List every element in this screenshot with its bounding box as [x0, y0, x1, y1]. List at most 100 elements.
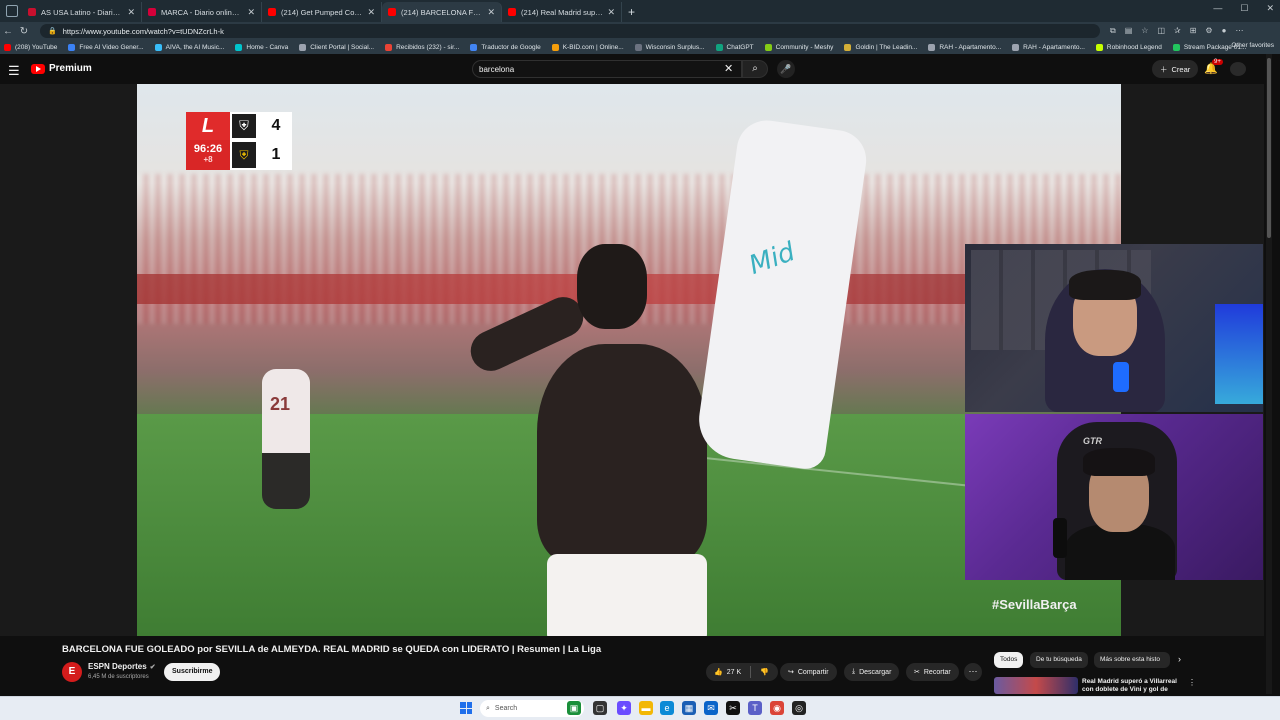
account-avatar[interactable] — [1230, 62, 1246, 76]
subscriber-count: 6,45 M de suscriptores — [88, 674, 149, 680]
bookmark-favicon — [844, 43, 852, 51]
widget-icon[interactable]: ▣ — [567, 701, 581, 715]
maximize-icon[interactable]: ☐ — [1240, 3, 1248, 14]
outlook-icon[interactable]: ✉ — [704, 701, 718, 715]
download-button[interactable]: ⤓ Descargar — [844, 663, 900, 681]
bookmark-item[interactable]: Recibidos (232) - sir... — [385, 43, 459, 51]
other-favorites-folder[interactable]: Other favorites — [1231, 42, 1274, 49]
search-button[interactable]: ⌕ — [742, 60, 768, 78]
windows-start-icon[interactable] — [460, 702, 472, 714]
close-tab-icon[interactable]: ✕ — [607, 7, 615, 18]
bookmark-item[interactable]: Robinhood Legend — [1095, 43, 1162, 51]
url-field[interactable]: 🔒 https://www.youtube.com/watch?v=tUDNZc… — [40, 24, 1100, 38]
chrome-icon[interactable]: ◉ — [770, 701, 784, 715]
bookmark-item[interactable]: RAH - Apartamento... — [1012, 43, 1085, 51]
recommended-video-thumbnail[interactable] — [994, 677, 1078, 694]
split-screen-icon[interactable]: ◫ — [1157, 26, 1165, 36]
app-available-icon[interactable]: ⧉ — [1110, 26, 1116, 36]
channel-avatar[interactable]: E — [62, 662, 82, 682]
youtube-play-icon — [31, 63, 45, 74]
search-input[interactable]: barcelona — [472, 60, 742, 78]
profile-icon[interactable]: ● — [1222, 26, 1227, 36]
bookmark-item[interactable]: AIVA, the AI Music... — [154, 43, 225, 51]
close-window-icon[interactable]: ✕ — [1266, 3, 1274, 14]
background-player — [262, 369, 310, 509]
share-icon: ↪ — [788, 669, 794, 676]
store-icon[interactable]: ▦ — [682, 701, 696, 715]
capcut-icon[interactable]: ✂ — [726, 701, 740, 715]
tab-title: (214) Get Pumped Countdown! 5 — [281, 7, 364, 17]
recommended-video-title[interactable]: Real Madrid superó a Villarreal con dobl… — [1082, 678, 1182, 694]
bookmark-label: Free AI Video Gener... — [79, 43, 144, 51]
bookmark-item[interactable]: Client Portal | Social... — [299, 43, 374, 51]
bookmark-item[interactable]: Community - Meshy — [764, 43, 833, 51]
back-icon[interactable]: ← — [0, 26, 16, 37]
refresh-icon[interactable]: ↻ — [16, 26, 32, 37]
tab-marca[interactable]: MARCA - Diario online líder en in ✕ — [142, 2, 262, 22]
close-tab-icon[interactable]: ✕ — [487, 7, 495, 18]
scrollbar-thumb[interactable] — [1267, 58, 1271, 238]
copilot-icon[interactable]: ✦ — [617, 701, 631, 715]
favorite-star-icon[interactable]: ☆ — [1141, 26, 1148, 36]
reader-icon[interactable]: ▤ — [1125, 26, 1133, 36]
bookmark-item[interactable]: RAH - Apartamento... — [928, 43, 1001, 51]
app-icon[interactable]: ◎ — [792, 701, 806, 715]
blue-led-light — [1215, 304, 1263, 404]
chip-more-about[interactable]: Más sobre esta histo — [1094, 652, 1170, 668]
window-menu-icon[interactable] — [6, 5, 18, 17]
tab-get-pumped[interactable]: (214) Get Pumped Countdown! 5 ✕ — [262, 2, 382, 22]
bookmark-favicon — [715, 43, 723, 51]
clear-search-icon[interactable]: ✕ — [724, 62, 733, 75]
bookmark-item[interactable]: Traductor de Google — [470, 43, 541, 51]
tab-favicon — [28, 8, 36, 16]
chevron-right-icon[interactable]: › — [1178, 654, 1181, 664]
create-button[interactable]: ＋ Crear — [1152, 60, 1199, 78]
bookmark-item[interactable]: Free AI Video Gener... — [68, 43, 144, 51]
tab-real-madrid[interactable]: (214) Real Madrid superó a Villar ✕ — [502, 2, 622, 22]
new-tab-button[interactable]: + — [628, 5, 635, 19]
bookmark-item[interactable]: Goldin | The Leadin... — [844, 43, 918, 51]
voice-search-button[interactable]: 🎤 — [777, 60, 795, 78]
extensions-icon[interactable]: ⚙ — [1205, 26, 1212, 36]
subscribe-button[interactable]: Suscribirme — [164, 663, 221, 681]
kebab-menu-icon[interactable]: ⋮ — [1188, 678, 1196, 687]
settings-more-icon[interactable]: ⋯ — [1235, 26, 1243, 36]
edge-icon[interactable]: e — [660, 701, 674, 715]
verified-icon: ✔ — [149, 664, 156, 671]
close-tab-icon[interactable]: ✕ — [367, 7, 375, 18]
file-explorer-icon[interactable]: ▬ — [639, 701, 653, 715]
thumbs-down-icon[interactable]: 👎 — [760, 668, 769, 676]
collections-icon[interactable]: ⊞ — [1190, 26, 1197, 36]
youtube-logo[interactable]: Premium — [31, 63, 92, 74]
like-count: 27 K — [726, 668, 742, 676]
hamburger-menu-icon[interactable]: ☰ — [8, 63, 20, 79]
bookmark-item[interactable]: K-BID.com | Online... — [551, 43, 624, 51]
more-actions-button[interactable]: ⋯ — [964, 663, 982, 681]
tab-as-usa[interactable]: AS USA Latino - Diario online de ✕ — [22, 2, 142, 22]
laliga-logo: L — [186, 112, 230, 140]
close-tab-icon[interactable]: ✕ — [127, 7, 135, 18]
bookmark-label: RAH - Apartamento... — [1023, 43, 1085, 51]
teams-icon[interactable]: T — [748, 701, 762, 715]
bookmark-item[interactable]: ChatGPT — [715, 43, 754, 51]
bookmark-label: Goldin | The Leadin... — [855, 43, 918, 51]
chip-all[interactable]: Todos — [994, 652, 1024, 668]
bookmark-item[interactable]: Home - Canva — [235, 43, 288, 51]
clip-button[interactable]: ✂ Recortar — [906, 663, 959, 681]
bookmark-item[interactable]: Wisconsin Surplus... — [634, 43, 705, 51]
close-tab-icon[interactable]: ✕ — [247, 7, 255, 18]
like-dislike-button[interactable]: 👍 27 K 👎 — [706, 663, 778, 681]
channel-name[interactable]: ESPN Deportes ✔ — [88, 662, 156, 671]
minimize-icon[interactable]: — — [1213, 3, 1222, 14]
task-view-icon[interactable]: ▢ — [593, 701, 607, 715]
bookmark-favicon — [235, 43, 243, 51]
tab-favicon — [268, 8, 276, 16]
thumbs-up-icon[interactable]: 👍 — [714, 668, 723, 676]
favorites-icon[interactable]: ✰ — [1174, 26, 1181, 36]
bookmark-item[interactable]: (208) YouTube — [4, 43, 57, 51]
chip-from-search[interactable]: De tu búsqueda — [1030, 652, 1088, 668]
share-button[interactable]: ↪ Compartir — [780, 663, 837, 681]
bookmark-label: AIVA, the AI Music... — [165, 43, 225, 51]
tab-barcelona-active[interactable]: (214) BARCELONA FUE GOLE ✕ — [382, 2, 502, 22]
bookmark-favicon — [470, 43, 478, 51]
